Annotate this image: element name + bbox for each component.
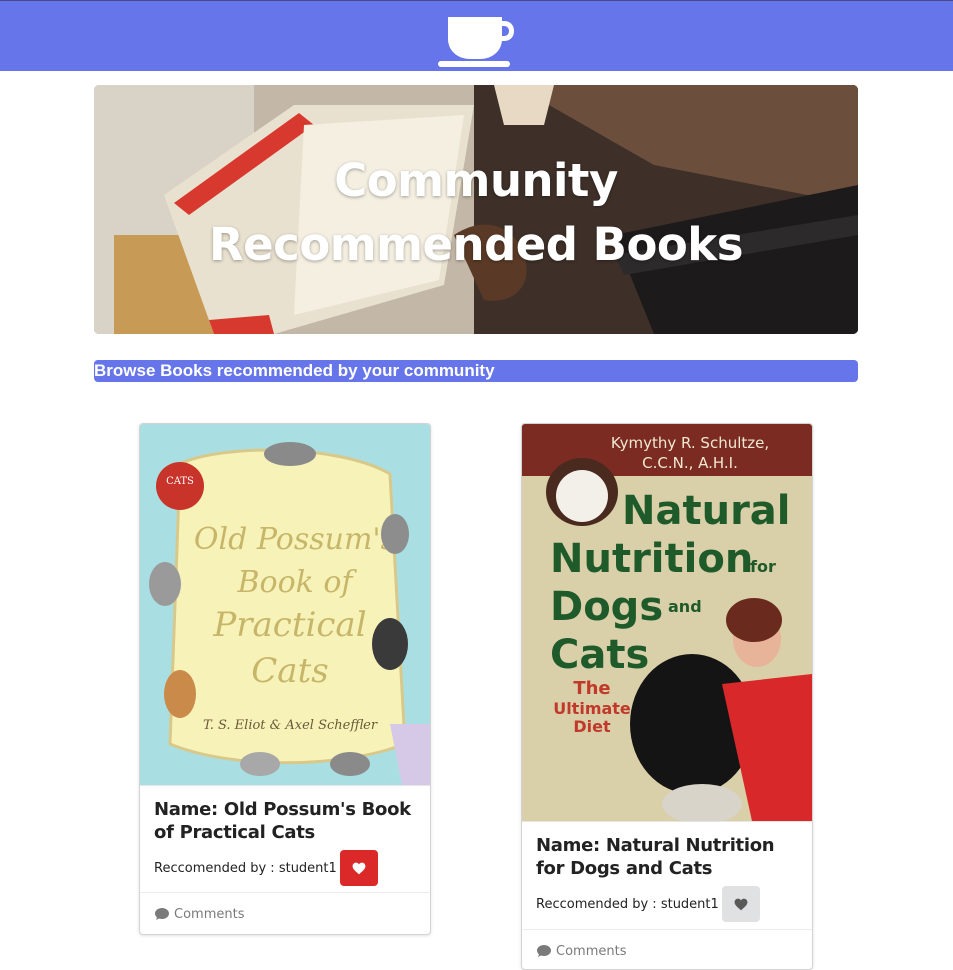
book-cover-image[interactable]: Kymythy R. Schultze, C.C.N., A.H.I. Natu… [522,424,812,821]
comments-label: Comments [556,943,627,959]
cover-title-3: Practical [212,605,366,645]
like-button[interactable] [339,850,378,886]
browse-heading: Browse Books recommended by your communi… [94,360,858,382]
cover-and: and [668,597,702,616]
like-button[interactable] [721,886,760,922]
coffee-cup-icon[interactable] [438,13,516,69]
hero-title: Community Recommended Books [208,154,744,271]
cover-credentials: C.C.N., A.H.I. [642,454,738,472]
cover-title-2: Nutrition [550,536,753,582]
heart-icon [352,862,366,874]
hero-banner: Community Recommended Books [94,85,858,334]
cover-author: T. S. Eliot & Axel Scheffler [203,718,378,733]
cover-title-4: Cats [251,651,328,691]
comments-label: Comments [174,906,245,922]
comment-icon [154,907,170,921]
comments-link[interactable]: Comments [140,892,430,934]
comments-link[interactable]: Comments [522,929,812,969]
recommended-row: Reccomended by : student1 [536,886,798,922]
cover-title-2: Book of [236,565,357,600]
cover-author: Kymythy R. Schultze, [611,434,769,452]
cover-title-1: Natural [622,488,791,534]
recommended-by-label: Reccomended by : student1 [154,860,337,876]
cover-badge: CATS [166,476,194,487]
card-content: Name: Old Possum's Book of Practical Cat… [140,785,430,892]
cover-title-4: Cats [550,632,649,678]
recommended-row: Reccomended by : student1 [154,850,416,886]
cover-subtitle-2: Ultimate [553,699,631,718]
book-name[interactable]: Name: Old Possum's Book of Practical Cat… [154,798,416,844]
top-navbar [0,0,953,71]
heart-icon [734,898,748,910]
cover-title-3: Dogs [550,584,663,630]
card-content: Name: Natural Nutrition for Dogs and Cat… [522,821,812,929]
book-card: CATS Old Possum's Book of Practical Cats… [139,423,431,935]
cover-subtitle-3: Diet [573,717,611,736]
cover-subtitle-1: The [573,678,610,699]
book-cover-image[interactable]: CATS Old Possum's Book of Practical Cats… [140,424,430,785]
book-card: Kymythy R. Schultze, C.C.N., A.H.I. Natu… [521,423,813,970]
comment-icon [536,944,552,958]
book-name[interactable]: Name: Natural Nutrition for Dogs and Cat… [536,834,798,880]
cover-title-1: Old Possum's [194,522,396,557]
recommended-by-label: Reccomended by : student1 [536,896,719,912]
cover-for: for [750,557,776,576]
